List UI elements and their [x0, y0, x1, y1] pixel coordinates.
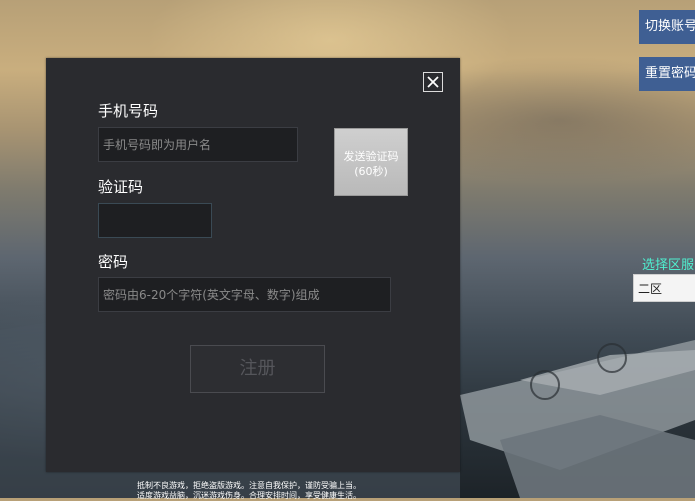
health-notice-line2: 适度游戏益脑，沉迷游戏伤身。合理安排时间，享受健康生活。 — [137, 491, 361, 500]
close-icon — [427, 76, 439, 88]
password-label: 密码 — [98, 253, 129, 271]
send-code-countdown: (60秒) — [354, 165, 388, 178]
server-select[interactable]: 二区 — [633, 274, 695, 302]
send-code-label: 发送验证码 — [343, 150, 399, 163]
verification-code-input[interactable] — [98, 203, 212, 238]
phone-label: 手机号码 — [98, 102, 159, 120]
send-code-button[interactable]: 发送验证码 (60秒) — [334, 128, 408, 196]
password-input[interactable] — [98, 277, 391, 312]
register-button[interactable]: 注册 — [190, 345, 325, 393]
reset-password-button[interactable]: 重置密码 — [639, 57, 695, 91]
server-select-label: 选择区服 — [642, 258, 695, 273]
health-notice-line1: 抵制不良游戏，拒绝盗版游戏。注意自我保护，谨防受骗上当。 — [137, 481, 361, 490]
phone-input[interactable] — [98, 127, 298, 162]
health-notice: 抵制不良游戏，拒绝盗版游戏。注意自我保护，谨防受骗上当。 适度游戏益脑，沉迷游戏… — [137, 481, 361, 501]
switch-account-button[interactable]: 切换账号 — [639, 10, 695, 44]
close-button[interactable] — [423, 72, 443, 92]
register-dialog: 手机号码 发送验证码 (60秒) 验证码 密码 注册 — [46, 58, 460, 472]
verification-code-label: 验证码 — [98, 178, 144, 196]
